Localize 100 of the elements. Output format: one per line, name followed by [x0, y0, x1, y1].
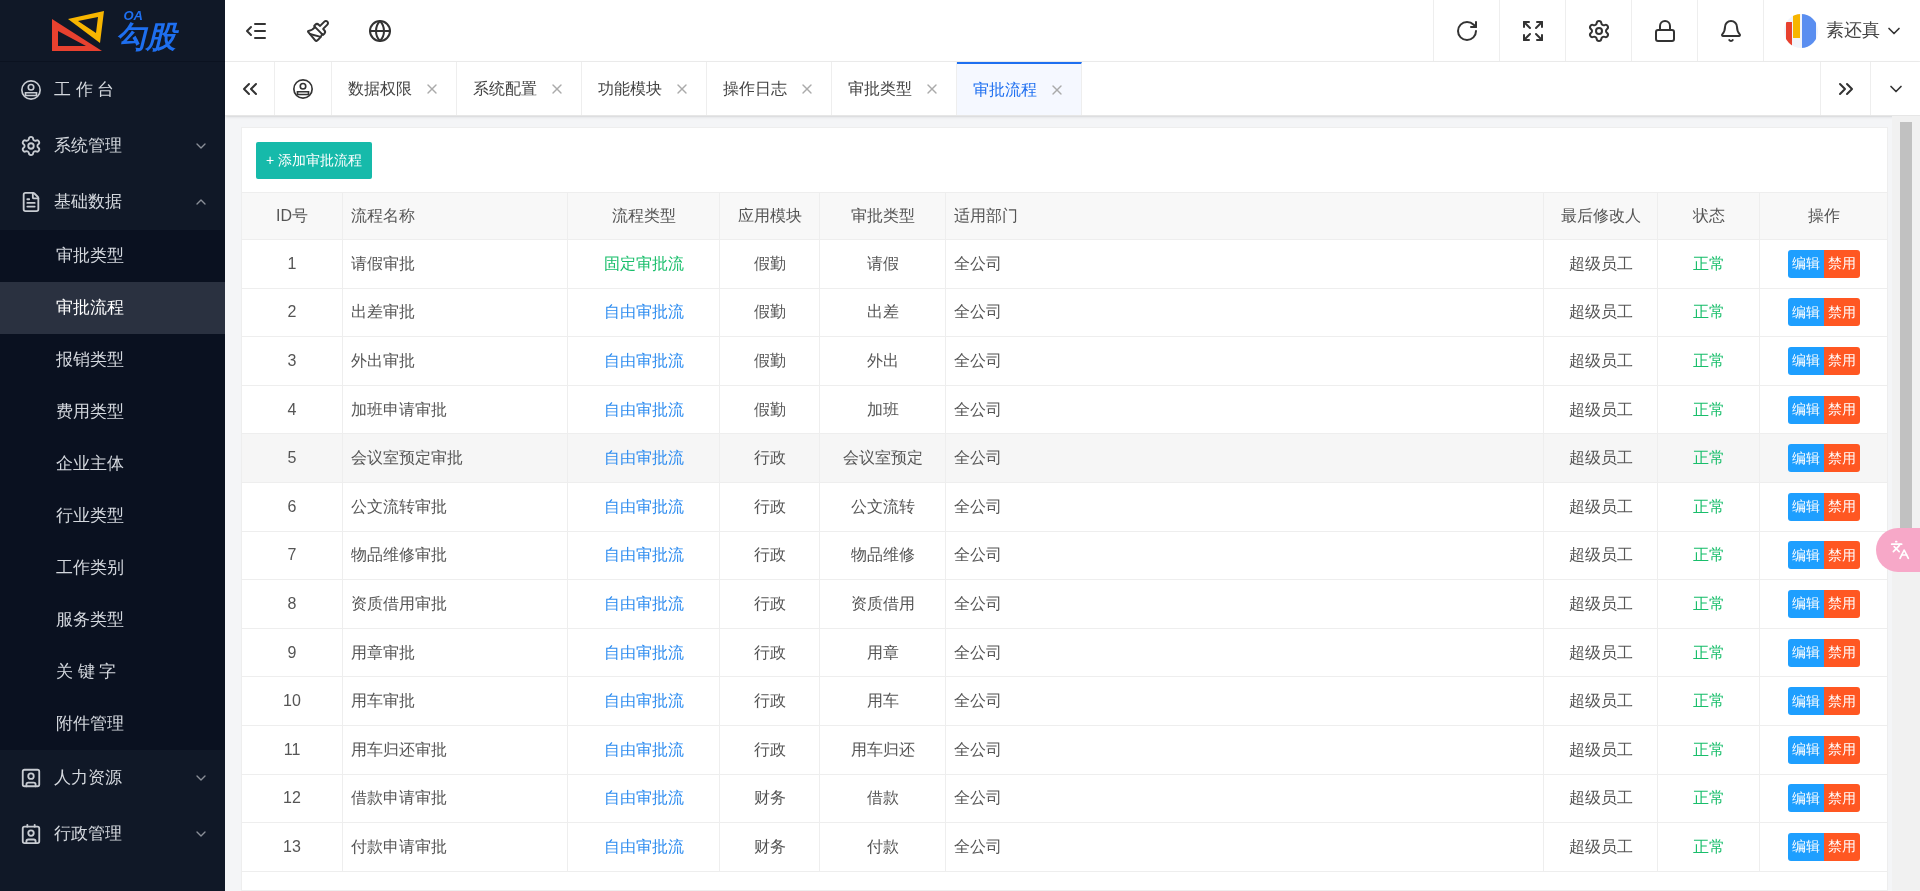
edit-button[interactable]: 编辑	[1787, 444, 1824, 473]
table-cell-text: 7	[287, 545, 297, 566]
table-cell-text: 全公司	[954, 691, 1002, 712]
table-cell-text: 正常	[1692, 496, 1725, 517]
table-cell-text: 假勤	[753, 302, 786, 323]
table-cell-text: 超级员工	[1568, 399, 1633, 420]
sidebar-item[interactable]: 工 作 台	[0, 62, 225, 118]
table-cell-text: 行政	[753, 739, 786, 760]
tab[interactable]: 功能模块	[582, 62, 707, 115]
submenu-item[interactable]: 附件管理	[0, 698, 225, 750]
table-cell-text: 假勤	[753, 399, 786, 420]
sidebar-item[interactable]: 系统管理	[0, 118, 225, 174]
disable-button[interactable]: 禁用	[1823, 784, 1860, 813]
submenu-item[interactable]: 审批类型	[0, 230, 225, 282]
edit-button[interactable]: 编辑	[1787, 589, 1824, 618]
disable-button[interactable]: 禁用	[1823, 395, 1860, 424]
disable-button[interactable]: 禁用	[1823, 638, 1860, 667]
disable-button[interactable]: 禁用	[1823, 832, 1860, 861]
table-cell-text: 12	[283, 788, 301, 809]
submenu-item[interactable]: 报销类型	[0, 334, 225, 386]
column-header: 状态	[1692, 206, 1725, 226]
table-cell-text: 全公司	[954, 253, 1002, 274]
scrollbar[interactable]	[1892, 116, 1920, 891]
edit-button[interactable]: 编辑	[1787, 347, 1824, 375]
table-cell-text: 物品维修审批	[351, 545, 447, 566]
disable-button[interactable]: 禁用	[1823, 249, 1860, 278]
edit-button[interactable]: 编辑	[1787, 541, 1824, 570]
table-cell-text: 1	[287, 253, 297, 274]
logo-caption: OA	[123, 9, 143, 22]
table-cell-text: 超级员工	[1568, 545, 1633, 566]
tab-label: 系统配置	[473, 78, 537, 99]
column-header: 应用模块	[737, 206, 802, 226]
edit-button[interactable]: 编辑	[1787, 395, 1824, 424]
table-cell-text: 2	[287, 302, 297, 323]
table-cell-text: 超级员工	[1568, 642, 1633, 663]
table-cell-text: 正常	[1692, 253, 1725, 274]
disable-button[interactable]: 禁用	[1823, 541, 1860, 570]
disable-button[interactable]: 禁用	[1823, 735, 1860, 764]
table-cell-text: 正常	[1692, 836, 1725, 857]
table-cell-text: 借款	[866, 788, 899, 809]
table-cell-text: 超级员工	[1568, 739, 1633, 760]
disable-button[interactable]: 禁用	[1823, 687, 1860, 716]
add-flow-button[interactable]: + 添加审批流程	[256, 141, 373, 179]
table-cell-text: 3	[287, 351, 297, 371]
disable-button[interactable]: 禁用	[1823, 589, 1860, 618]
user-menu[interactable]: 素还真	[1763, 0, 1920, 61]
tab-label: 审批流程	[973, 79, 1037, 100]
disable-button[interactable]: 禁用	[1823, 492, 1860, 521]
disable-button[interactable]: 禁用	[1823, 347, 1860, 375]
submenu-item[interactable]: 关 键 字	[0, 646, 225, 698]
table-cell-text: 自由审批流	[603, 642, 684, 663]
edit-button[interactable]: 编辑	[1787, 638, 1824, 667]
table-cell-text: 自由审批流	[603, 302, 684, 323]
table-cell-text: 全公司	[954, 351, 1002, 371]
edit-button[interactable]: 编辑	[1787, 492, 1824, 521]
column-header: 审批类型	[850, 206, 915, 226]
submenu-item[interactable]: 企业主体	[0, 438, 225, 490]
edit-button[interactable]: 编辑	[1787, 832, 1824, 861]
sidebar-item[interactable]: 行政管理	[0, 806, 225, 862]
table-cell-text: 行政	[753, 642, 786, 663]
submenu-item[interactable]: 行业类型	[0, 490, 225, 542]
disable-button[interactable]: 禁用	[1823, 444, 1860, 473]
edit-button[interactable]: 编辑	[1787, 249, 1824, 278]
table-cell-text: 9	[287, 642, 297, 663]
edit-button[interactable]: 编辑	[1787, 784, 1824, 813]
column-header: 适用部门	[954, 206, 1018, 226]
tab-label: 功能模块	[598, 78, 662, 99]
edit-button[interactable]: 编辑	[1787, 735, 1824, 764]
user-name: 素还真	[1826, 19, 1880, 42]
submenu-item[interactable]: 费用类型	[0, 386, 225, 438]
table-cell-text: 自由审批流	[603, 399, 684, 420]
submenu-item[interactable]: 审批流程	[0, 282, 225, 334]
avatar	[1784, 13, 1818, 48]
tab[interactable]: 审批流程	[957, 62, 1082, 115]
table-cell-text: 公文流转	[850, 496, 915, 517]
table-cell-text: 财务	[753, 836, 786, 857]
submenu-item[interactable]: 服务类型	[0, 594, 225, 646]
sidebar-item[interactable]: 人力资源	[0, 750, 225, 806]
table-cell-text: 全公司	[954, 593, 1002, 614]
table-cell-text: 11	[283, 739, 301, 760]
edit-button[interactable]: 编辑	[1787, 298, 1824, 327]
edit-button[interactable]: 编辑	[1787, 687, 1824, 716]
table-cell-text: 用车审批	[351, 691, 415, 712]
table-cell-text: 全公司	[954, 448, 1002, 469]
sidebar-item[interactable]: 基础数据	[0, 174, 225, 230]
tab[interactable]: 数据权限	[332, 62, 457, 115]
table-cell-text: 正常	[1692, 593, 1725, 614]
table-cell-text: 正常	[1692, 642, 1725, 663]
tab[interactable]: 操作日志	[707, 62, 832, 115]
table-cell-text: 行政	[753, 496, 786, 517]
table-cell-text: 行政	[753, 691, 786, 712]
table-cell-text: 4	[287, 399, 297, 420]
tab-label: 数据权限	[348, 78, 412, 99]
disable-button[interactable]: 禁用	[1823, 298, 1860, 327]
lock-icon	[1652, 18, 1677, 43]
table-cell-text: 正常	[1692, 545, 1725, 566]
tab[interactable]: 系统配置	[457, 62, 582, 115]
table-cell-text: 正常	[1692, 788, 1725, 809]
submenu-item[interactable]: 工作类别	[0, 542, 225, 594]
table-cell-text: 用章	[866, 642, 899, 663]
